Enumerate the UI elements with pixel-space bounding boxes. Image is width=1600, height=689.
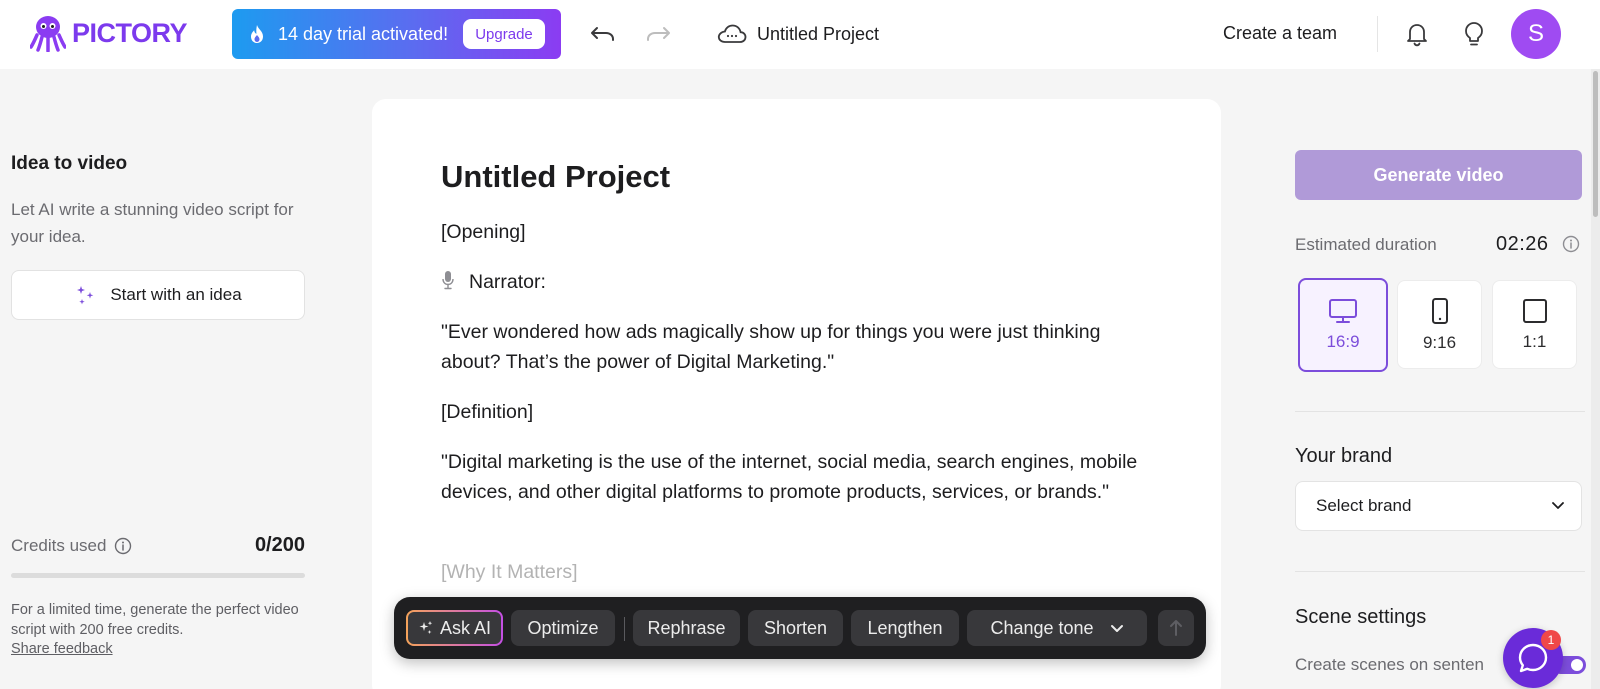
scene-option-label: Create scenes on senten [1295, 655, 1485, 674]
redo-button[interactable] [644, 20, 672, 48]
script-paragraph-hook[interactable]: "Ever wondered how ads magically show up… [441, 317, 1141, 377]
credits-progress-bar [11, 573, 305, 578]
select-brand-dropdown[interactable]: Select brand [1295, 481, 1582, 531]
start-with-idea-label: Start with an idea [110, 285, 242, 304]
rephrase-button[interactable]: Rephrase [633, 610, 740, 646]
notifications-button[interactable] [1403, 20, 1431, 48]
sparkle-icon [77, 286, 94, 305]
script-paragraph-why-it-matters[interactable]: [Why It Matters] [441, 557, 1141, 587]
header-project-title[interactable]: Untitled Project [757, 24, 879, 45]
header-divider [1377, 16, 1378, 52]
ask-ai-label: Ask AI [439, 617, 492, 638]
upgrade-button[interactable]: Upgrade [463, 19, 545, 49]
shorten-button[interactable]: Shorten [748, 610, 843, 646]
idea-to-video-title: Idea to video [11, 153, 128, 174]
trial-text: 14 day trial activated! [278, 23, 449, 44]
info-icon[interactable] [1562, 235, 1580, 253]
document-title[interactable]: Untitled Project [441, 159, 670, 195]
arrow-up-icon [1170, 620, 1182, 636]
cloud-save-status [717, 20, 747, 48]
change-tone-label: Change tone [990, 617, 1094, 638]
toggle-knob [1571, 659, 1583, 671]
start-with-idea-button[interactable]: Start with an idea [11, 270, 305, 320]
chat-notification-badge: 1 [1541, 630, 1561, 650]
chevron-down-icon [1552, 502, 1564, 509]
aspect-ratio-9-16[interactable]: 9:16 [1397, 280, 1482, 369]
script-paragraph-definition[interactable]: "Digital marketing is the use of the int… [441, 447, 1141, 507]
toolbar-separator [624, 617, 625, 641]
submit-button[interactable] [1158, 610, 1194, 646]
credits-used-value: 0/200 [254, 534, 305, 556]
microphone-icon [442, 271, 454, 290]
chevron-down-icon [1110, 625, 1123, 632]
undo-icon [591, 27, 614, 41]
aspect-ratio-16-9[interactable]: 16:9 [1298, 278, 1388, 372]
flame-icon [251, 25, 263, 43]
page-scrollbar[interactable] [1591, 69, 1600, 689]
cloud-icon [717, 24, 747, 43]
aspect-ratio-label: 1:1 [1522, 331, 1547, 351]
credits-used-label: Credits used [11, 536, 132, 556]
aspect-ratio-1-1[interactable]: 1:1 [1492, 280, 1577, 369]
promo-text: For a limited time, generate the perfect… [11, 602, 299, 638]
idea-to-video-description: Let AI write a stunning video script for… [11, 200, 294, 246]
optimize-button[interactable]: Optimize [511, 610, 615, 646]
top-header: PICTORY 14 day trial activated! Upgrade … [0, 0, 1600, 69]
script-paragraph-definition-heading[interactable]: [Definition] [441, 397, 1141, 427]
lengthen-button[interactable]: Lengthen [851, 610, 959, 646]
section-divider [1295, 411, 1585, 412]
octopus-logo-icon [30, 16, 66, 52]
sparkle-icon [419, 621, 433, 634]
estimated-duration-label: Estimated duration [1295, 235, 1437, 254]
desktop-monitor-icon [1329, 299, 1357, 323]
create-team-link[interactable]: Create a team [1223, 23, 1337, 44]
estimated-duration-value: 02:26 [1496, 233, 1549, 255]
your-brand-title: Your brand [1295, 445, 1393, 467]
script-paragraph-opening[interactable]: [Opening] [441, 217, 1141, 247]
user-avatar[interactable]: S [1511, 9, 1561, 59]
ai-edit-toolbar: Ask AI Optimize Rephrase Shorten Lengthe… [394, 597, 1206, 659]
generate-video-button[interactable]: Generate video [1295, 150, 1582, 200]
share-feedback-link[interactable]: Share feedback [11, 641, 113, 657]
pictory-logo[interactable]: PICTORY [30, 14, 188, 52]
scene-settings-title: Scene settings [1295, 606, 1427, 628]
select-brand-value: Select brand [1316, 496, 1412, 515]
info-icon[interactable] [114, 537, 132, 555]
tips-button[interactable] [1460, 20, 1488, 48]
redo-icon [647, 27, 670, 41]
bell-icon [1407, 24, 1427, 47]
script-paragraph-narrator[interactable]: Narrator: [441, 267, 1141, 297]
section-divider [1295, 571, 1585, 572]
change-tone-dropdown[interactable]: Change tone [967, 610, 1147, 646]
aspect-ratio-label: 9:16 [1422, 332, 1457, 352]
credits-used-text: Credits used [11, 536, 107, 555]
ask-ai-button[interactable]: Ask AI [406, 610, 503, 646]
square-icon [1522, 298, 1547, 323]
narrator-label: Narrator: [469, 271, 546, 293]
brand-name: PICTORY [72, 17, 188, 48]
undo-button[interactable] [589, 20, 617, 48]
scrollbar-thumb[interactable] [1593, 71, 1598, 217]
trial-banner: 14 day trial activated! Upgrade [232, 9, 561, 59]
mobile-phone-icon [1431, 297, 1448, 324]
lightbulb-icon [1465, 22, 1483, 46]
aspect-ratio-label: 16:9 [1326, 332, 1360, 351]
